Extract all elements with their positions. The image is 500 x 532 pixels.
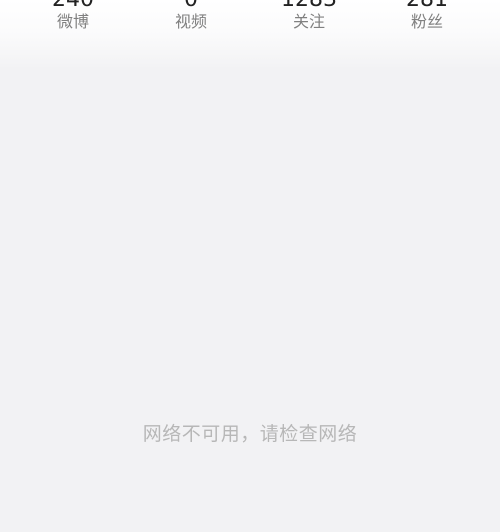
feed-content-area: 网络不可用，请检查网络 bbox=[0, 70, 500, 532]
following-count: 1283 bbox=[249, 0, 369, 11]
profile-stats-bar: 240 微博 0 视频 1283 关注 281 粉丝 bbox=[0, 0, 500, 70]
videos-count: 0 bbox=[131, 0, 251, 11]
followers-label: 粉丝 bbox=[410, 12, 443, 31]
followers-count: 281 bbox=[367, 0, 487, 11]
posts-count: 240 bbox=[13, 0, 133, 11]
videos-label: 视频 bbox=[174, 12, 207, 31]
posts-label: 微博 bbox=[56, 12, 89, 31]
following-label: 关注 bbox=[292, 12, 325, 31]
network-error-message[interactable]: 网络不可用，请检查网络 bbox=[0, 421, 500, 447]
